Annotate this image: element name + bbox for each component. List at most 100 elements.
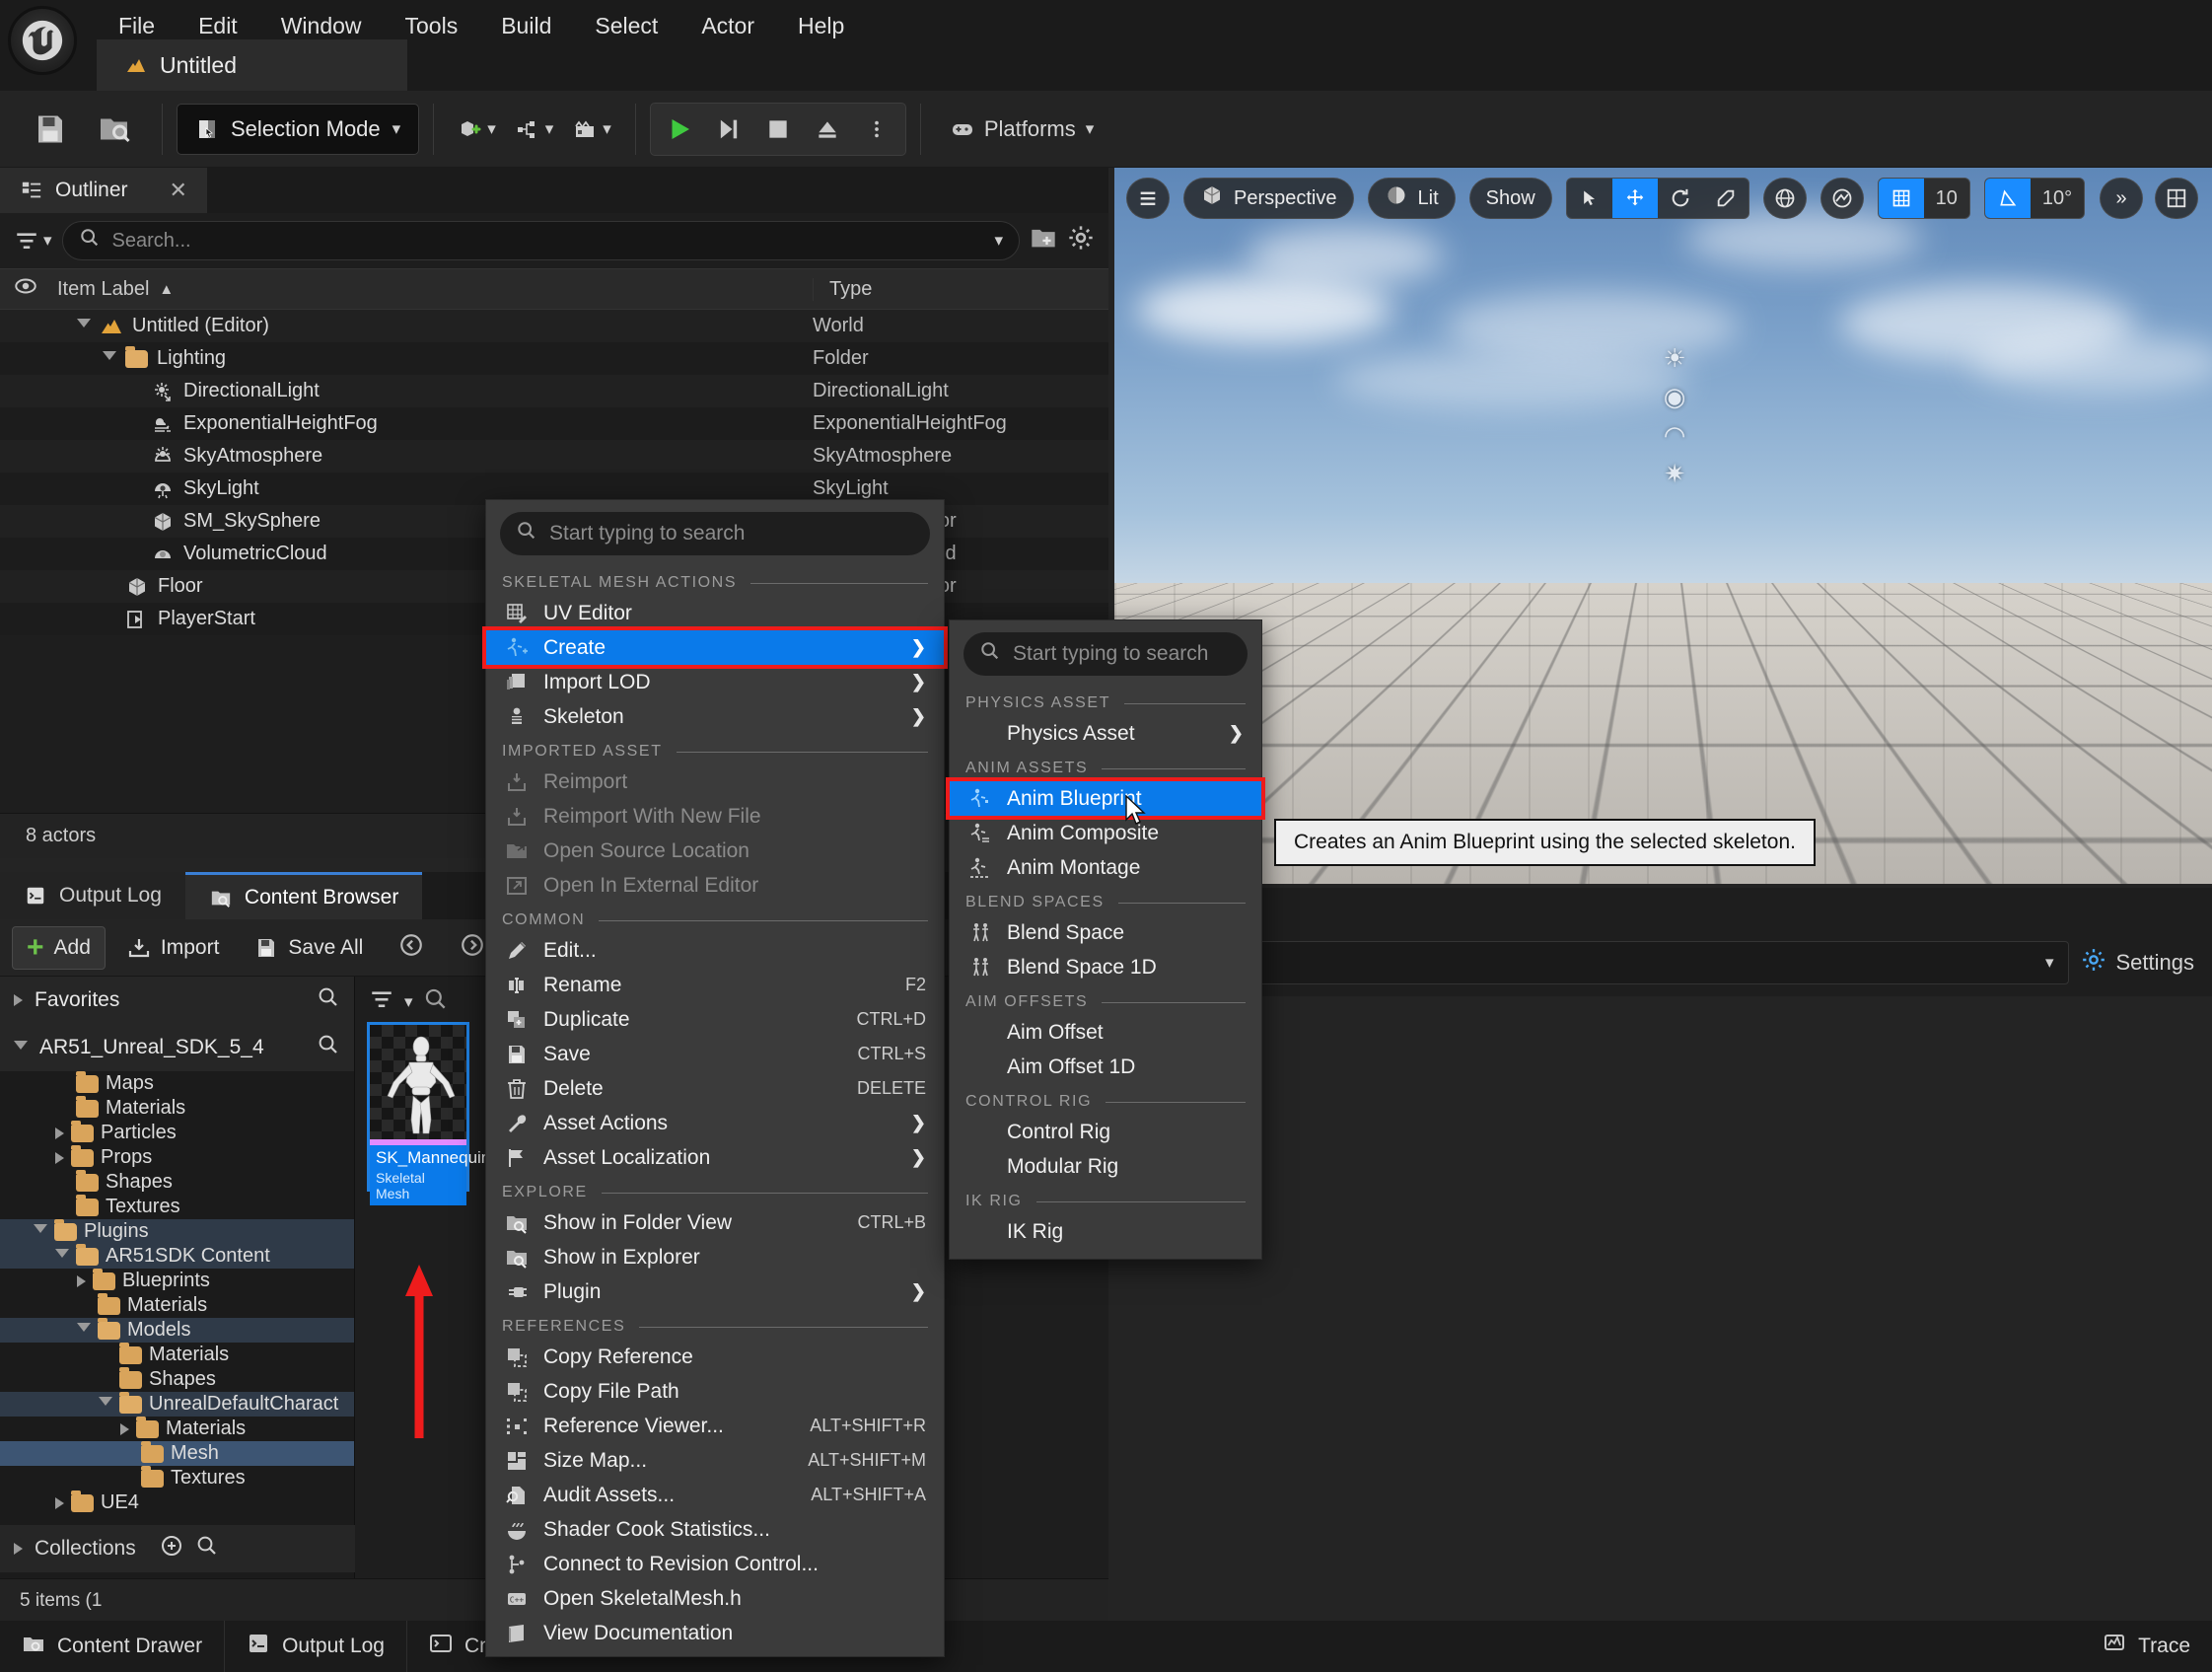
cinematics-button[interactable]: ▾: [563, 104, 621, 155]
menu-item-build[interactable]: Build: [479, 9, 573, 43]
menu-item-save[interactable]: Save CTRL+S: [486, 1037, 944, 1071]
menu-item-anim-composite[interactable]: Anim Composite: [950, 816, 1261, 850]
unreal-logo-icon[interactable]: [8, 6, 77, 75]
lighting-mode-button[interactable]: Lit: [1367, 178, 1456, 219]
menu-item-blend-space[interactable]: Blend Space: [950, 915, 1261, 950]
sources-tree-item[interactable]: Models: [0, 1317, 354, 1343]
chevron-right-icon[interactable]: [55, 1127, 64, 1139]
chevron-down-icon[interactable]: [99, 1397, 112, 1412]
menu-item-plugin[interactable]: Plugin ❯: [486, 1274, 944, 1309]
menu-item-shader-cook-statistics[interactable]: Shader Cook Statistics...: [486, 1512, 944, 1547]
menu-item-size-map[interactable]: Size Map... ALT+SHIFT+M: [486, 1443, 944, 1478]
chevron-down-icon[interactable]: ▾: [404, 992, 413, 1012]
search-icon[interactable]: [423, 986, 449, 1018]
chevron-down-icon[interactable]: [55, 1249, 69, 1264]
menu-item-window[interactable]: Window: [259, 9, 384, 43]
output-log-button[interactable]: Output Log: [225, 1621, 407, 1672]
sources-tree-item[interactable]: Materials: [0, 1416, 354, 1441]
angle-snap-icon[interactable]: [1984, 179, 2031, 218]
content-drawer-button[interactable]: Content Drawer: [0, 1621, 226, 1672]
selection-mode-button[interactable]: Selection Mode ▾: [177, 103, 420, 155]
add-collection-icon[interactable]: [160, 1534, 183, 1563]
outliner-row[interactable]: Lighting Folder: [0, 342, 1108, 375]
rotate-tool-icon[interactable]: [1658, 179, 1703, 218]
show-flags-button[interactable]: Show: [1468, 178, 1552, 219]
menu-item-create[interactable]: Create ❯: [482, 626, 948, 669]
favorites-section[interactable]: Favorites: [0, 977, 354, 1024]
menu-item-blend-space-1d[interactable]: Blend Space 1D: [950, 950, 1261, 984]
chevron-down-icon[interactable]: [77, 1323, 91, 1338]
outliner-search-input[interactable]: Search... ▾: [61, 221, 1020, 260]
menu-item-delete[interactable]: Delete DELETE: [486, 1071, 944, 1106]
menu-item-control-rig[interactable]: Control Rig: [950, 1115, 1261, 1149]
filter-icon[interactable]: [369, 986, 394, 1018]
filter-button[interactable]: ▾: [14, 228, 52, 254]
column-type[interactable]: Type: [813, 277, 1108, 301]
menu-item-file[interactable]: File: [97, 9, 177, 43]
menu-item-uv-editor[interactable]: UV Editor: [486, 596, 944, 630]
tab-output-log[interactable]: Output Log: [0, 872, 185, 919]
close-icon[interactable]: ✕: [170, 178, 187, 203]
eye-icon[interactable]: [0, 273, 51, 305]
more-options-icon[interactable]: [854, 107, 899, 152]
menu-item-audit-assets[interactable]: Audit Assets... ALT+SHIFT+A: [486, 1478, 944, 1512]
sources-tree-item[interactable]: UnrealDefaultCharact: [0, 1391, 354, 1417]
sources-tree-item[interactable]: Materials: [0, 1342, 354, 1367]
menu-item-open-in-external-editor[interactable]: Open In External Editor: [486, 868, 944, 903]
menu-item-aim-offset[interactable]: Aim Offset: [950, 1015, 1261, 1050]
sources-tree-item[interactable]: Textures: [0, 1465, 354, 1490]
menu-item-reference-viewer[interactable]: Reference Viewer... ALT+SHIFT+R: [486, 1409, 944, 1443]
menu-item-asset-actions[interactable]: Asset Actions ❯: [486, 1106, 944, 1140]
asset-tile-sk-mannequin[interactable]: SK_Mannequin Skeletal Mesh: [367, 1022, 490, 1206]
search-icon[interactable]: [317, 1033, 340, 1062]
sources-tree-item[interactable]: Textures: [0, 1194, 354, 1219]
menu-item-import-lod[interactable]: Import LOD ❯: [486, 665, 944, 699]
chevron-right-icon[interactable]: [120, 1422, 129, 1435]
stop-icon[interactable]: [755, 107, 801, 152]
surface-snap-icon[interactable]: [1820, 178, 1864, 219]
menu-item-anim-blueprint[interactable]: Anim Blueprint: [946, 777, 1265, 820]
menu-item-open-source-location[interactable]: Open Source Location: [486, 834, 944, 868]
browse-icon[interactable]: [93, 107, 138, 152]
new-folder-icon[interactable]: [1030, 224, 1057, 257]
save-all-button[interactable]: Save All: [241, 926, 377, 970]
outliner-tab[interactable]: Outliner ✕: [0, 168, 207, 213]
search-icon[interactable]: [317, 985, 340, 1015]
outliner-row[interactable]: Untitled (Editor) World: [0, 310, 1108, 342]
menu-item-copy-file-path[interactable]: Copy File Path: [486, 1374, 944, 1409]
select-tool-icon[interactable]: [1567, 179, 1612, 218]
play-icon[interactable]: [657, 107, 702, 152]
camera-mode-button[interactable]: Perspective: [1183, 178, 1354, 219]
menu-item-edit[interactable]: Edit...: [486, 933, 944, 968]
blueprints-button[interactable]: ▾: [506, 104, 564, 155]
outliner-row[interactable]: DirectionalLight DirectionalLight: [0, 375, 1108, 407]
mesh-path-dropdown[interactable]: Mesh ▾: [1180, 941, 2069, 984]
move-tool-icon[interactable]: [1611, 179, 1658, 218]
submenu-search-input[interactable]: Start typing to search: [963, 632, 1248, 676]
chevron-down-icon[interactable]: [103, 351, 116, 366]
scale-tool-icon[interactable]: [1703, 179, 1748, 218]
collections-section[interactable]: Collections: [0, 1525, 355, 1572]
world-coordinate-icon[interactable]: [1762, 178, 1807, 219]
menu-item-copy-reference[interactable]: Copy Reference: [486, 1340, 944, 1374]
menu-item-connect-to-revision-control[interactable]: Connect to Revision Control...: [486, 1547, 944, 1581]
menu-item-show-in-folder-view[interactable]: Show in Folder View CTRL+B: [486, 1205, 944, 1240]
tab-content-browser[interactable]: Content Browser: [184, 872, 423, 919]
maximize-viewport-icon[interactable]: [2155, 178, 2198, 219]
menu-item-ik-rig[interactable]: IK Rig: [950, 1214, 1261, 1249]
menu-item-anim-montage[interactable]: Anim Montage: [950, 850, 1261, 885]
chevron-right-icon[interactable]: [77, 1274, 86, 1287]
viewport-menu-icon[interactable]: [1126, 178, 1170, 219]
sources-tree-item[interactable]: Maps: [0, 1070, 354, 1096]
sources-tree-item[interactable]: Shapes: [0, 1366, 354, 1392]
project-root-section[interactable]: AR51_Unreal_SDK_5_4: [0, 1024, 354, 1071]
menu-item-actor[interactable]: Actor: [679, 9, 776, 43]
sources-tree-item[interactable]: AR51SDK Content: [0, 1243, 354, 1269]
grid-snap-icon[interactable]: [1878, 179, 1924, 218]
menu-item-edit[interactable]: Edit: [177, 9, 259, 43]
save-icon[interactable]: [28, 107, 73, 152]
settings-button[interactable]: Settings: [2081, 947, 2194, 979]
column-item-label[interactable]: Item Label ▲: [51, 278, 813, 301]
trace-button[interactable]: Trace: [2081, 1621, 2212, 1672]
angle-snap-value[interactable]: 10°: [2030, 179, 2085, 218]
